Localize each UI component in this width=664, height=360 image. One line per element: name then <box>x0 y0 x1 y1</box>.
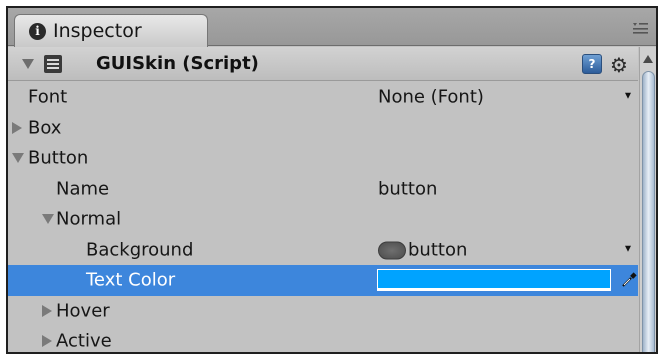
vertical-scrollbar[interactable] <box>639 47 656 352</box>
property-label-text-color: Text Color <box>86 269 176 291</box>
property-row-normal[interactable]: Normal <box>8 204 638 235</box>
box-foldout-icon[interactable] <box>12 121 22 134</box>
scroll-up-arrow-icon[interactable] <box>643 55 653 63</box>
gear-icon[interactable]: ⚙ <box>610 53 628 77</box>
property-row-name[interactable]: Name button <box>8 174 638 205</box>
property-label-background: Background <box>86 239 194 261</box>
property-row-hover[interactable]: Hover <box>8 296 638 327</box>
property-list: Font None (Font) Box Button Name button … <box>8 82 638 352</box>
info-icon: i <box>29 22 46 40</box>
property-row-font[interactable]: Font None (Font) <box>8 82 638 113</box>
property-label-hover: Hover <box>56 300 110 322</box>
property-row-active[interactable]: Active <box>8 326 638 352</box>
active-foldout-icon[interactable] <box>42 335 52 348</box>
tab-menu-icon[interactable] <box>631 21 649 35</box>
component-foldout-icon[interactable] <box>22 58 34 69</box>
property-label-name: Name <box>56 178 110 200</box>
text-color-field[interactable] <box>377 269 611 291</box>
help-icon[interactable]: ? <box>582 54 602 74</box>
tab-strip: i Inspector <box>8 8 656 47</box>
tab-inspector[interactable]: i Inspector <box>14 14 208 47</box>
eyedropper-icon[interactable] <box>620 271 638 289</box>
inspector-window: i Inspector GUISkin (Script) ? ⚙ Font No… <box>6 6 658 354</box>
property-row-background[interactable]: Background button <box>8 235 638 266</box>
font-object-field[interactable]: None (Font) <box>378 87 484 108</box>
scrollbar-thumb[interactable] <box>642 71 655 352</box>
tab-label: Inspector <box>53 20 142 42</box>
property-label-box: Box <box>28 117 62 139</box>
button-foldout-icon[interactable] <box>12 153 24 164</box>
background-object-field[interactable]: button <box>378 239 467 260</box>
property-label-normal: Normal <box>56 208 122 230</box>
script-icon <box>44 54 62 73</box>
component-title: GUISkin (Script) <box>96 53 259 74</box>
property-label-font: Font <box>28 86 68 108</box>
font-dropdown-arrow-icon[interactable] <box>625 93 631 100</box>
texture-thumbnail-icon <box>378 241 406 260</box>
background-dropdown-arrow-icon[interactable] <box>625 245 631 252</box>
property-row-box[interactable]: Box <box>8 113 638 144</box>
name-text-field[interactable]: button <box>378 178 437 199</box>
hover-foldout-icon[interactable] <box>42 304 52 317</box>
property-row-text-color[interactable]: Text Color <box>8 265 638 296</box>
component-header[interactable]: GUISkin (Script) ? ⚙ <box>8 47 638 81</box>
normal-foldout-icon[interactable] <box>42 214 54 225</box>
background-value: button <box>408 239 468 261</box>
property-label-button: Button <box>28 147 89 169</box>
property-label-active: Active <box>56 330 112 352</box>
property-row-button[interactable]: Button <box>8 143 638 174</box>
